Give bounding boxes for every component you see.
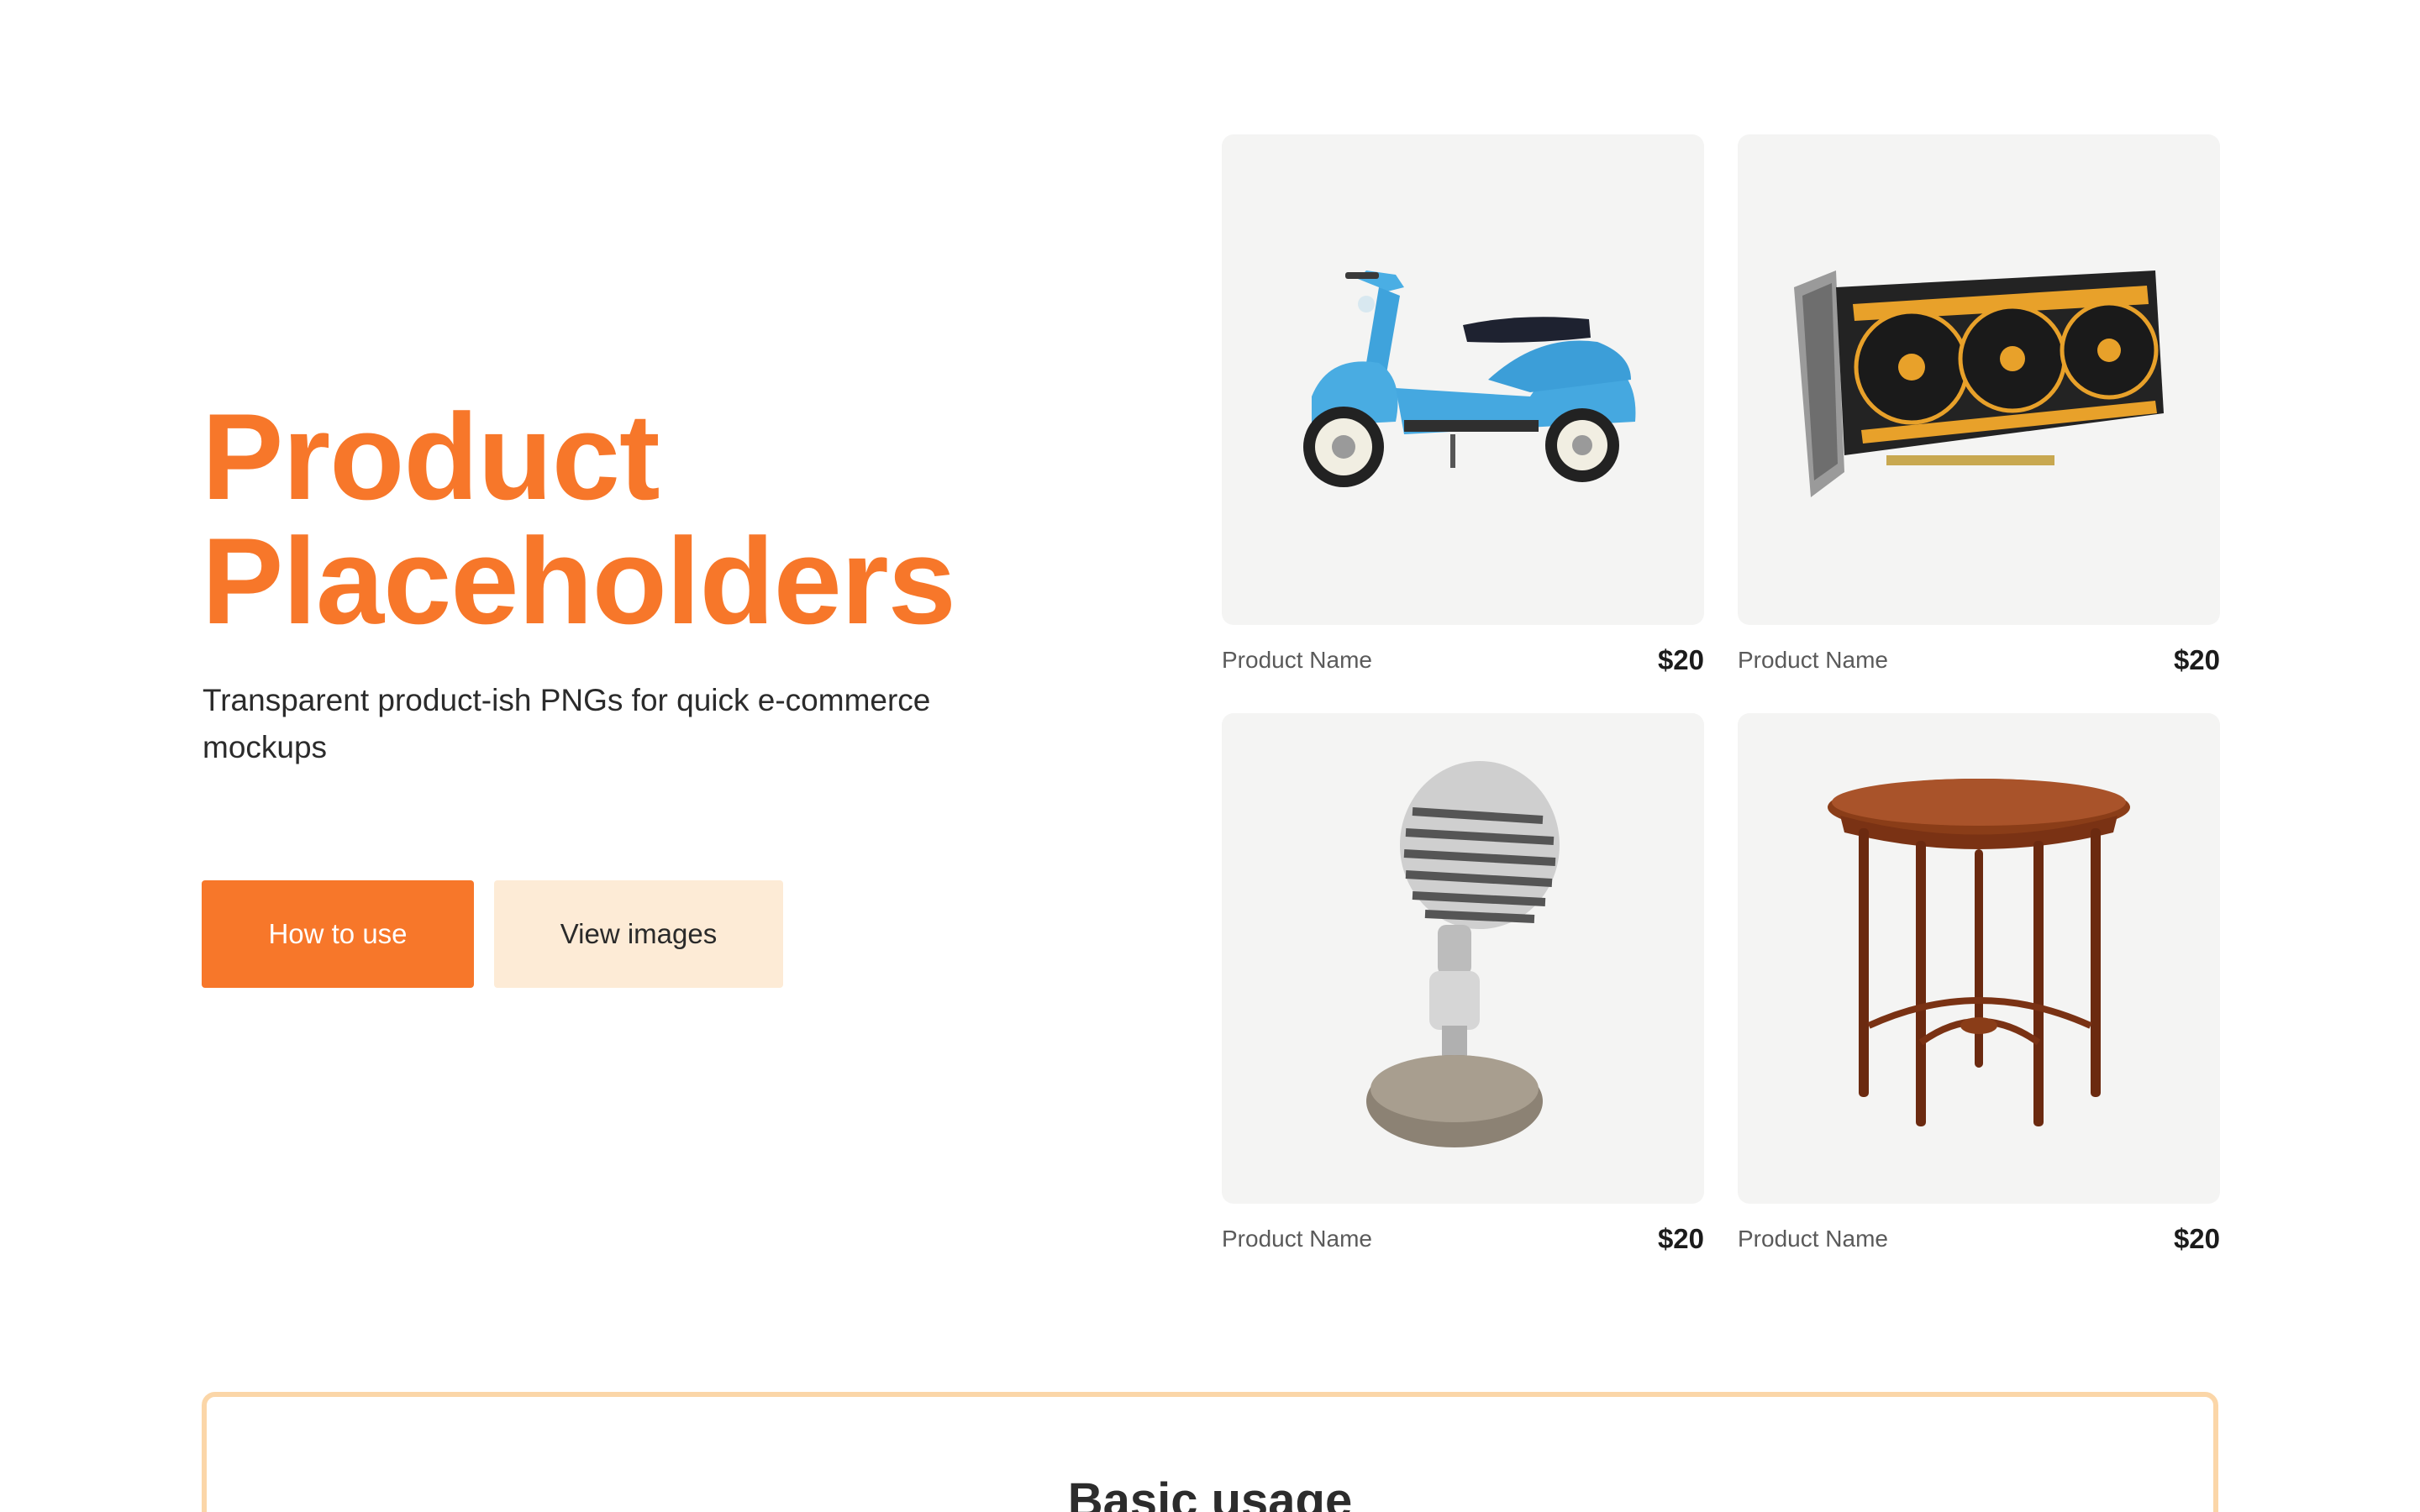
how-to-use-button[interactable]: How to use <box>202 880 474 988</box>
product-price: $20 <box>1657 1223 1704 1254</box>
side-table-image <box>1828 779 2130 1126</box>
scooter-image <box>1303 270 1636 487</box>
product-name[interactable]: Product Name <box>1222 1226 1372 1252</box>
basic-usage-panel: Basic usage <box>202 1392 2218 1512</box>
product-meta: Product Name $20 <box>1222 642 1704 679</box>
product-image-frame <box>1222 134 1704 625</box>
hero-subtitle: Transparent product-ish PNGs for quick e… <box>203 683 931 764</box>
product-image-frame <box>1738 134 2220 625</box>
hero-title: Product Placeholders <box>202 388 956 649</box>
product-meta: Product Name $20 <box>1222 1221 1704 1257</box>
product-card[interactable]: Product Name $20 <box>1222 713 1704 1257</box>
product-name[interactable]: Product Name <box>1738 647 1888 674</box>
product-price: $20 <box>1657 644 1704 675</box>
basic-usage-heading: Basic usage <box>1067 1473 1353 1512</box>
product-image-frame <box>1222 713 1704 1204</box>
product-name[interactable]: Product Name <box>1738 1226 1888 1252</box>
product-card[interactable]: Product Name $20 <box>1222 134 1704 679</box>
product-card[interactable]: Product Name $20 <box>1738 134 2220 679</box>
microphone-image <box>1366 761 1560 1147</box>
product-name[interactable]: Product Name <box>1222 647 1372 674</box>
product-image-frame <box>1738 713 2220 1204</box>
product-price: $20 <box>2173 644 2220 675</box>
view-images-button[interactable]: View images <box>494 880 783 988</box>
page: Product Placeholders Transparent product… <box>0 0 2420 1512</box>
hero-title-line1: Product <box>202 388 660 525</box>
product-price: $20 <box>2173 1223 2220 1254</box>
product-meta: Product Name $20 <box>1738 642 2220 679</box>
product-card[interactable]: Product Name $20 <box>1738 713 2220 1257</box>
product-meta: Product Name $20 <box>1738 1221 2220 1257</box>
hero-title-line2: Placeholders <box>202 512 956 649</box>
graphics-card-image <box>1794 270 2164 497</box>
